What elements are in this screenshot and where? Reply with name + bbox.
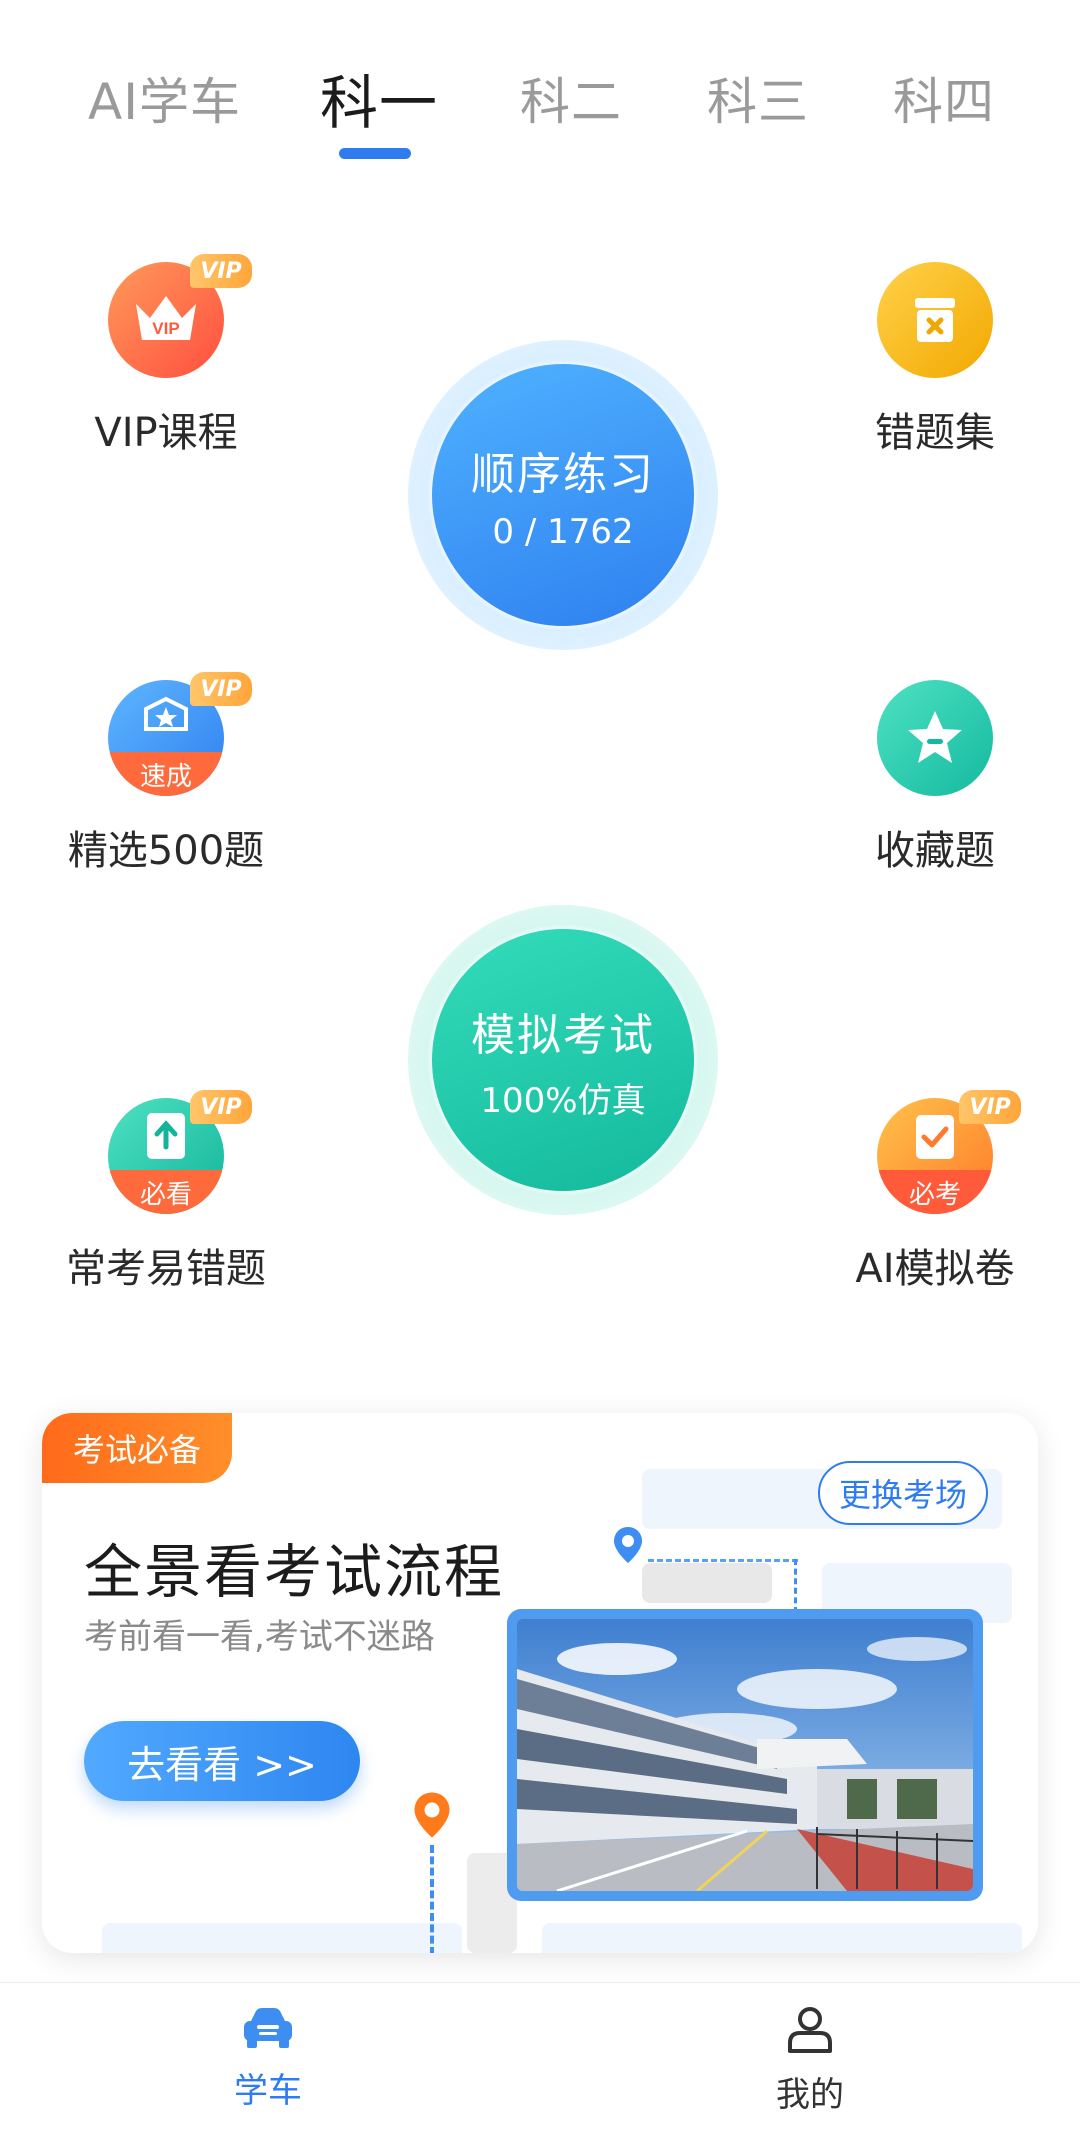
- tab-subject-two[interactable]: 科二: [520, 62, 622, 134]
- ai-mock-paper-button[interactable]: 必考 VIP AI模拟卷: [805, 1090, 1065, 1294]
- selected-500-label: 精选500题: [67, 828, 265, 874]
- tab-subject-four[interactable]: 科四: [893, 62, 995, 134]
- tab-ai-learning[interactable]: AI学车: [88, 62, 241, 134]
- vip-badge: VIP: [959, 1090, 1021, 1124]
- sequential-practice-title: 顺序练习: [471, 449, 655, 500]
- favorites-label: 收藏题: [875, 828, 995, 874]
- tab-subject-three[interactable]: 科三: [707, 62, 809, 134]
- svg-text:VIP: VIP: [152, 319, 179, 338]
- nav-learn-driving[interactable]: 学车: [168, 2005, 368, 2112]
- ai-mock-paper-label: AI模拟卷: [855, 1246, 1015, 1292]
- nav-mine[interactable]: 我的: [710, 2005, 910, 2116]
- wrong-set-button[interactable]: 错题集: [805, 262, 1065, 458]
- active-tab-indicator: [339, 148, 411, 159]
- change-exam-site-button[interactable]: 更换考场: [818, 1461, 988, 1525]
- start-pin-icon: [414, 1792, 450, 1838]
- sequential-practice-button[interactable]: 顺序练习 0 / 1762: [408, 340, 718, 650]
- mock-exam-subtitle: 100%仿真: [480, 1080, 646, 1121]
- card-subtitle: 考前看一看,考试不迷路: [84, 1617, 435, 1657]
- speed-band: 速成: [108, 752, 224, 796]
- vip-badge: VIP: [190, 254, 252, 288]
- route-dash: [794, 1559, 797, 1613]
- exam-process-card[interactable]: 考试必备 更换考场 全景看考试流程 考前看一看,考试不迷路 去看看 >>: [42, 1413, 1038, 1953]
- mock-exam-title: 模拟考试: [471, 1009, 655, 1061]
- wrong-set-label: 错题集: [875, 410, 995, 456]
- map-block: [102, 1923, 462, 1953]
- person-icon: [788, 2007, 832, 2053]
- go-watch-button[interactable]: 去看看 >>: [84, 1721, 360, 1801]
- vip-course-label: VIP课程: [94, 410, 238, 456]
- vip-course-button[interactable]: VIP VIP VIP课程: [36, 254, 296, 458]
- favorites-button[interactable]: 收藏题: [805, 680, 1065, 876]
- car-icon: [244, 2008, 292, 2048]
- nav-learn-driving-label: 学车: [234, 2071, 302, 2111]
- location-pin-icon: [614, 1527, 642, 1563]
- frequent-wrong-button[interactable]: 必看 VIP 常考易错题: [36, 1090, 296, 1294]
- selected-500-button[interactable]: 速成 VIP 精选500题: [36, 672, 296, 876]
- must-see-band: 必看: [108, 1170, 224, 1214]
- mock-exam-button[interactable]: 模拟考试 100%仿真: [408, 905, 718, 1215]
- frequent-wrong-label: 常考易错题: [66, 1246, 266, 1292]
- map-block: [542, 1923, 1022, 1953]
- route-dash: [648, 1559, 798, 1562]
- sequential-practice-circle: 顺序练习 0 / 1762: [432, 364, 694, 626]
- vip-badge: VIP: [190, 1090, 252, 1124]
- map-block: [642, 1563, 772, 1603]
- practice-progress: 0 / 1762: [492, 512, 634, 552]
- card-title: 全景看考试流程: [84, 1538, 505, 1606]
- bottom-navigation: 学车 我的: [0, 1982, 1080, 2132]
- exam-site-photo[interactable]: [507, 1609, 983, 1901]
- route-dash: [430, 1845, 434, 1953]
- nav-mine-label: 我的: [776, 2075, 844, 2115]
- must-test-band: 必考: [877, 1170, 993, 1214]
- tab-subject-one[interactable]: 科一: [320, 56, 438, 140]
- exam-site-image: [517, 1619, 973, 1891]
- subject-tabs: AI学车 科一 科二 科三 科四: [0, 0, 1080, 170]
- vip-badge: VIP: [190, 672, 252, 706]
- exam-essential-tag: 考试必备: [42, 1413, 232, 1483]
- star-icon: [877, 680, 993, 796]
- wrong-box-icon: [877, 262, 993, 378]
- mock-exam-circle: 模拟考试 100%仿真: [432, 929, 694, 1191]
